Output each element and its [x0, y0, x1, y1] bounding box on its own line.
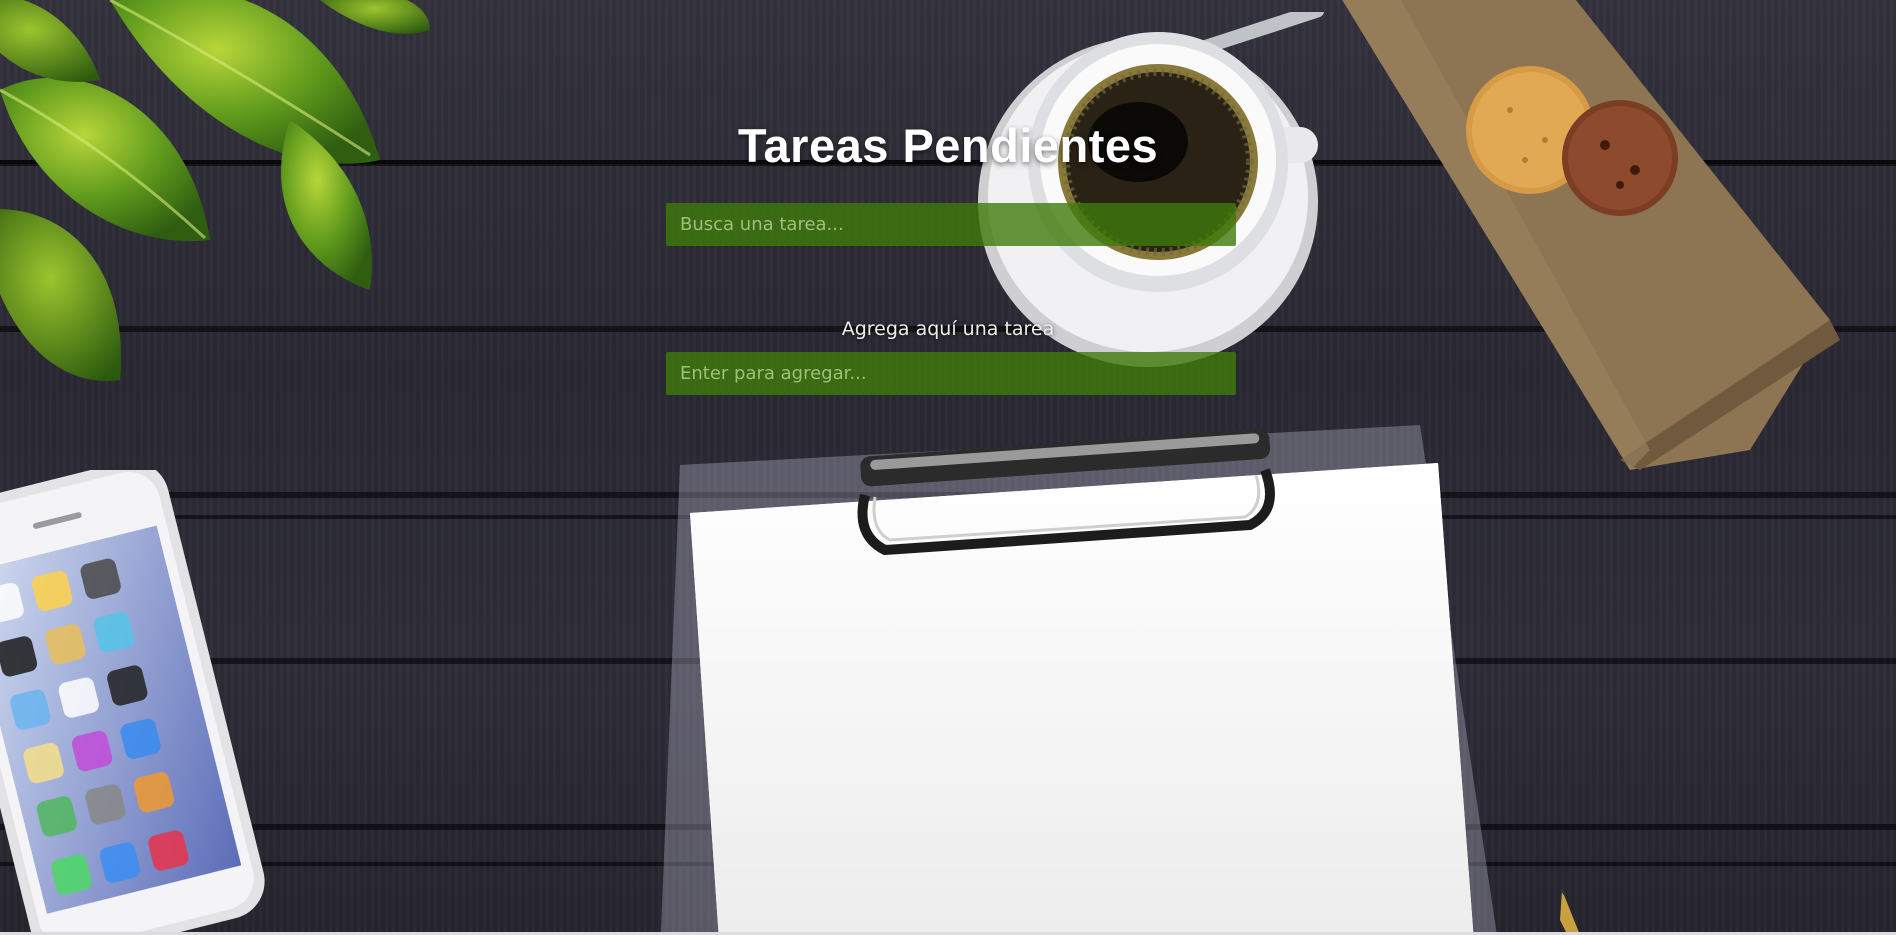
- add-task-input[interactable]: [666, 352, 1236, 395]
- todo-app: Tareas Pendientes Agrega aquí una tarea: [0, 0, 1896, 935]
- page-title: Tareas Pendientes: [737, 119, 1159, 172]
- search-input[interactable]: [666, 203, 1236, 246]
- add-task-label: Agrega aquí una tarea: [841, 318, 1055, 340]
